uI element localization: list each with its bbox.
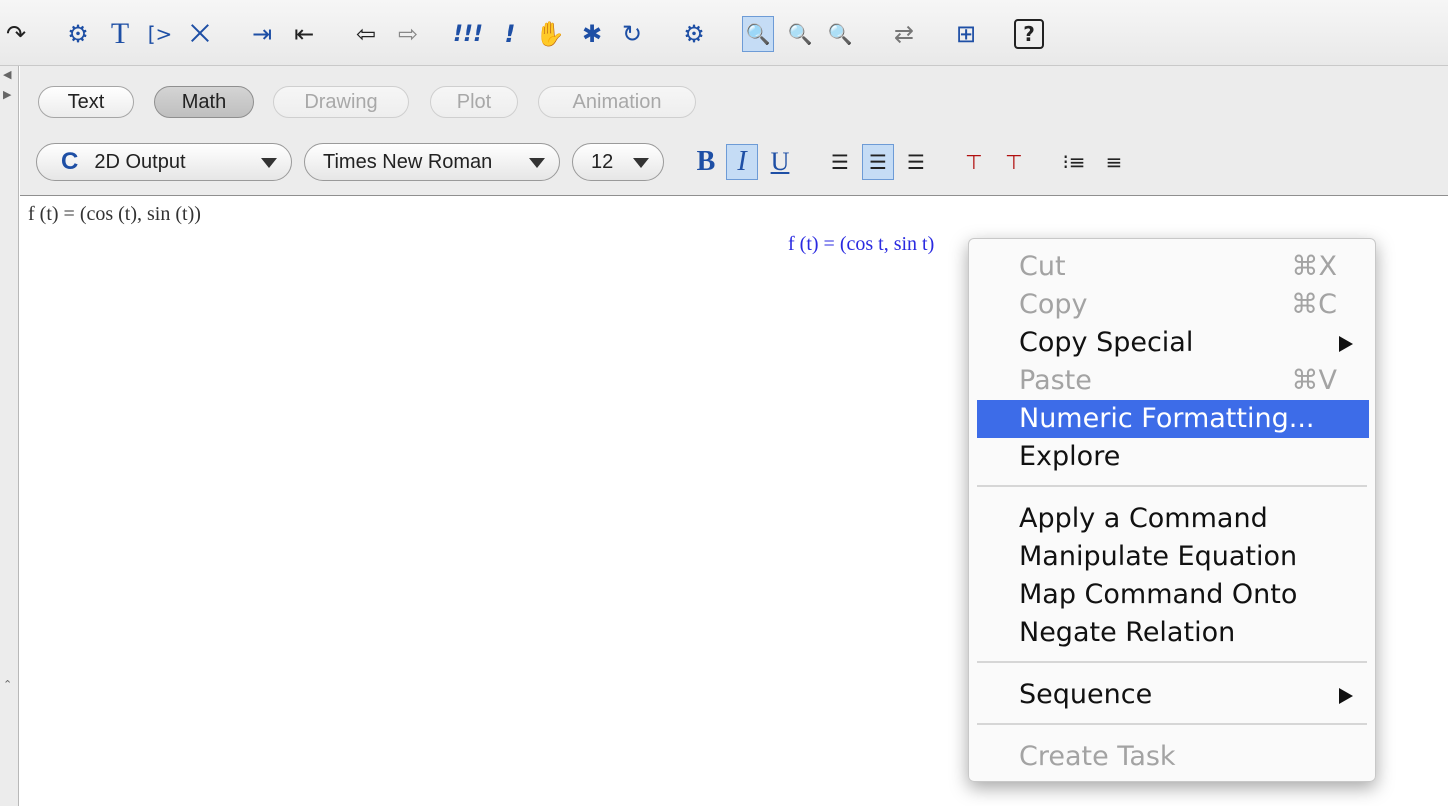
menu-separator	[977, 661, 1367, 663]
format-bar: Text Math Drawing Plot Animation C 2D Ou…	[20, 66, 1448, 196]
text-color-icon[interactable]: ⊤	[958, 144, 990, 180]
gutter-marker-icon: ⌃	[3, 678, 13, 691]
bold-button[interactable]: B	[690, 144, 722, 180]
expand-right-icon[interactable]: ▶	[3, 88, 11, 101]
zoom-200-icon[interactable]: 🔍	[824, 16, 856, 52]
menu-item-negate-relation[interactable]: Negate Relation	[977, 614, 1369, 652]
chevron-down-icon	[529, 158, 545, 168]
align-left-icon[interactable]: ☰	[824, 144, 856, 180]
menu-item-paste: Paste ⌘V	[977, 362, 1369, 400]
style-dropdown[interactable]: C 2D Output	[36, 143, 292, 181]
redo-icon[interactable]: ↷	[0, 16, 32, 52]
execute-icon[interactable]: !	[494, 16, 526, 52]
menu-item-copy-special[interactable]: Copy Special	[977, 324, 1369, 362]
text-mode-button[interactable]: Text	[38, 86, 134, 118]
menu-item-label: Paste	[1019, 365, 1092, 396]
swap-icon[interactable]: ⇄	[888, 16, 920, 52]
bullet-list-icon[interactable]: ⁝≡	[1058, 144, 1090, 180]
zoom-100-icon[interactable]: 🔍	[742, 16, 774, 52]
zoom-150-icon[interactable]: 🔍	[784, 16, 816, 52]
align-right-icon[interactable]: ☰	[900, 144, 932, 180]
style-c-icon: C	[61, 148, 79, 175]
drawing-mode-button: Drawing	[273, 86, 409, 118]
menu-item-label: Map Command Onto	[1019, 579, 1298, 610]
outdent-icon[interactable]: ⇤	[288, 16, 320, 52]
menu-item-create-task: Create Task	[977, 738, 1369, 776]
stop-hand-icon[interactable]: ✋	[534, 16, 566, 52]
menu-item-label: Apply a Command	[1019, 503, 1268, 534]
text-mode-icon[interactable]: T	[104, 16, 136, 52]
menu-separator	[977, 723, 1367, 725]
math-input-line[interactable]: f (t) = (cos (t), sin (t))	[28, 203, 201, 226]
menu-item-cut: Cut ⌘X	[977, 248, 1369, 286]
menu-item-shortcut: ⌘C	[1291, 289, 1337, 320]
menu-item-label: Cut	[1019, 251, 1066, 282]
math-output-line[interactable]: f (t) = (cos t, sin t)	[788, 233, 934, 256]
numbered-list-icon[interactable]: ≡	[1098, 144, 1130, 180]
font-size-value: 12	[591, 150, 614, 173]
font-value: Times New Roman	[323, 150, 493, 173]
animation-mode-button: Animation	[538, 86, 696, 118]
italic-button[interactable]: I	[726, 144, 758, 180]
menu-item-apply-command[interactable]: Apply a Command	[977, 500, 1369, 538]
menu-item-explore[interactable]: Explore	[977, 438, 1369, 476]
menu-item-label: Sequence	[1019, 679, 1153, 710]
font-size-dropdown[interactable]: 12	[572, 143, 664, 181]
font-dropdown[interactable]: Times New Roman	[304, 143, 560, 181]
menu-item-label: Create Task	[1019, 741, 1176, 772]
execute-all-icon[interactable]: !!!	[452, 16, 484, 52]
menu-item-label: Copy	[1019, 289, 1088, 320]
plot-mode-button: Plot	[430, 86, 518, 118]
menu-item-copy: Copy ⌘C	[977, 286, 1369, 324]
math-mode-button[interactable]: Math	[154, 86, 254, 118]
forward-arrow-icon[interactable]: ⇨	[392, 16, 424, 52]
menu-item-label: Manipulate Equation	[1019, 541, 1298, 572]
help-icon[interactable]: ?	[1014, 19, 1044, 49]
left-gutter: ◀ ▶ ⌃	[0, 66, 19, 806]
restart-icon[interactable]: ↻	[616, 16, 648, 52]
menu-item-label: Explore	[1019, 441, 1121, 472]
submenu-arrow-icon	[1339, 688, 1353, 704]
menu-item-shortcut: ⌘V	[1291, 365, 1337, 396]
menu-item-manipulate-equation[interactable]: Manipulate Equation	[977, 538, 1369, 576]
indent-icon[interactable]: ⇥	[246, 16, 278, 52]
settings-gear-icon[interactable]: ⚙	[678, 16, 710, 52]
math-palette-icon[interactable]: ⊞	[950, 16, 982, 52]
collapse-left-icon[interactable]: ◀	[3, 68, 11, 81]
menu-item-numeric-formatting[interactable]: Numeric Formatting...	[977, 400, 1369, 438]
menu-item-label: Copy Special	[1019, 327, 1194, 358]
context-menu: Cut ⌘X Copy ⌘C Copy Special Paste ⌘V Num…	[968, 238, 1376, 782]
execute-group-icon[interactable]: ⚙	[62, 16, 94, 52]
menu-item-label: Negate Relation	[1019, 617, 1236, 648]
submenu-arrow-icon	[1339, 336, 1353, 352]
top-toolbar: ↷ ⚙ T [> ⨉ ⇥ ⇤ ⇦ ⇨ !!! ! ✋ ✱ ↻ ⚙ 🔍 🔍 🔍 ⇄…	[0, 0, 1448, 66]
debug-bug-icon[interactable]: ✱	[576, 16, 608, 52]
menu-separator	[977, 485, 1367, 487]
style-value: 2D Output	[94, 150, 186, 173]
highlight-color-icon[interactable]: ⊤	[998, 144, 1030, 180]
back-arrow-icon[interactable]: ⇦	[350, 16, 382, 52]
prompt-icon[interactable]: [>	[144, 16, 176, 52]
chevron-down-icon	[261, 158, 277, 168]
menu-item-map-command[interactable]: Map Command Onto	[977, 576, 1369, 614]
chevron-down-icon	[633, 158, 649, 168]
sum-icon[interactable]: ⨉	[184, 16, 216, 52]
menu-item-label: Numeric Formatting...	[1019, 403, 1315, 434]
menu-item-shortcut: ⌘X	[1291, 251, 1338, 282]
menu-item-sequence[interactable]: Sequence	[977, 676, 1369, 714]
underline-button[interactable]: U	[764, 144, 796, 180]
align-center-icon[interactable]: ☰	[862, 144, 894, 180]
